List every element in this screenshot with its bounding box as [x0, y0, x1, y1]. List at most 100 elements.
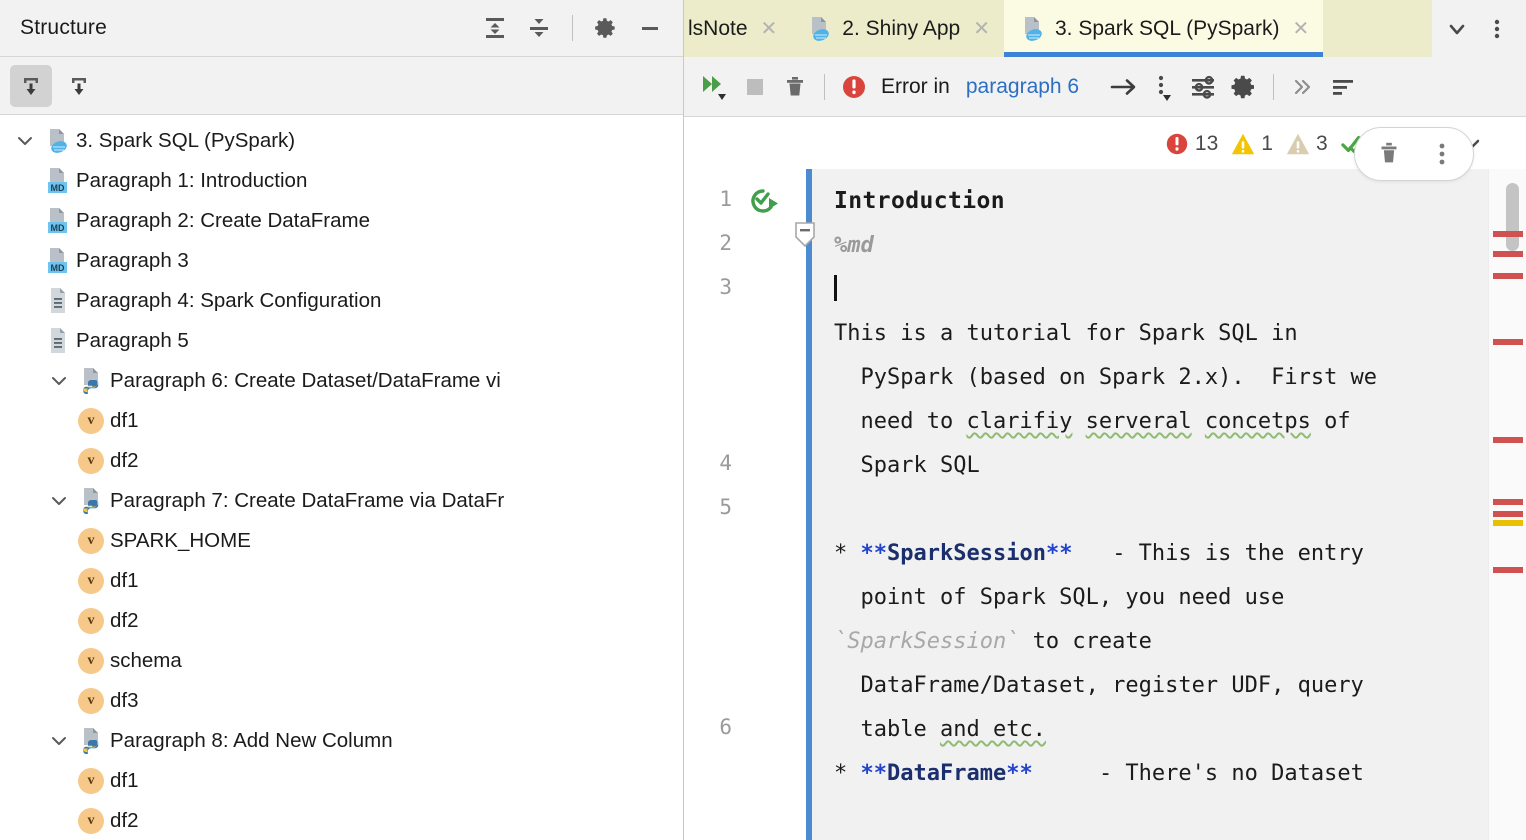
scroll-to-source-icon[interactable] [58, 65, 100, 107]
line-number: 3 [719, 275, 732, 299]
error-target-link[interactable]: paragraph 6 [966, 75, 1079, 99]
notebook-editor[interactable]: 13 1 3 [684, 117, 1526, 840]
gear-icon[interactable] [587, 9, 625, 47]
tree-node-icon: MD [42, 246, 72, 276]
cell-more-icon[interactable] [1431, 139, 1453, 169]
go-to-error-arrow-icon[interactable] [1105, 68, 1143, 106]
tree-row[interactable]: vdf1 [0, 561, 683, 601]
expand-toolbar-icon[interactable] [1284, 68, 1322, 106]
tree-twisty[interactable] [42, 370, 76, 392]
close-icon[interactable]: ✕ [761, 19, 778, 39]
tree-row[interactable]: MDParagraph 2: Create DataFrame [0, 201, 683, 241]
chevron-down-icon[interactable] [48, 490, 70, 512]
tree-row[interactable]: Paragraph 4: Spark Configuration [0, 281, 683, 321]
error-stripe-marker[interactable] [1493, 511, 1523, 517]
error-stripe-marker[interactable] [1493, 339, 1523, 345]
tree-node-label: Paragraph 8: Add New Column [110, 729, 393, 753]
markdown-file-icon: MD [43, 246, 71, 276]
ide-window: Structure [0, 0, 1526, 840]
bullet-2-rest: - There's no Dataset [1033, 761, 1364, 786]
variable-icon: v [78, 528, 104, 554]
tree-row[interactable]: vSPARK_HOME [0, 521, 683, 561]
error-count[interactable]: 13 [1164, 131, 1218, 157]
chevron-down-icon[interactable] [48, 730, 70, 752]
stop-button[interactable] [736, 68, 774, 106]
warning-count[interactable]: 1 [1230, 131, 1273, 157]
tree-row[interactable]: MDParagraph 3 [0, 241, 683, 281]
notebook-cell-paragraph-1[interactable]: Introduction %md This is a tutorial for … [806, 169, 1488, 840]
error-stripe-marker[interactable] [1493, 520, 1523, 526]
tree-row[interactable]: Paragraph 5 [0, 321, 683, 361]
scroll-from-source-icon[interactable] [10, 65, 52, 107]
tree-node-label: Paragraph 4: Spark Configuration [76, 289, 381, 313]
interpreter-settings-icon[interactable] [1185, 68, 1223, 106]
tree-row[interactable]: 3. Spark SQL (PySpark) [0, 121, 683, 161]
tree-node-icon [42, 286, 72, 316]
error-stripe-marker[interactable] [1493, 231, 1523, 237]
tree-row[interactable]: vdf3 [0, 681, 683, 721]
editor-tab[interactable]: lsNote✕ [684, 0, 791, 57]
tree-node-label: df2 [110, 609, 139, 633]
tree-node-icon [42, 326, 72, 356]
more-actions-icon[interactable] [1145, 68, 1183, 106]
bullet-1-star: * [834, 541, 861, 566]
tree-row[interactable]: vdf1 [0, 401, 683, 441]
tab-options-icon[interactable] [1478, 10, 1516, 48]
cell-action-toolbar[interactable] [1354, 127, 1474, 181]
run-all-button[interactable] [696, 68, 734, 106]
error-stripe-marker[interactable] [1493, 273, 1523, 279]
close-icon[interactable]: ✕ [1292, 19, 1309, 39]
close-icon[interactable]: ✕ [973, 19, 990, 39]
tree-row[interactable]: Paragraph 7: Create DataFrame via DataFr [0, 481, 683, 521]
collapse-all-icon[interactable] [520, 9, 558, 47]
tree-row[interactable]: Paragraph 8: Add New Column [0, 721, 683, 761]
tree-row[interactable]: MDParagraph 1: Introduction [0, 161, 683, 201]
tab-icon [1018, 14, 1046, 44]
error-stripe-marker[interactable] [1493, 251, 1523, 257]
tree-row[interactable]: Paragraph 6: Create Dataset/DataFrame vi [0, 361, 683, 401]
line-number-gutter[interactable]: 1 2 3 4 5 6 [684, 169, 806, 840]
error-status-icon [835, 68, 873, 106]
delete-paragraph-button[interactable] [776, 68, 814, 106]
weak-warning-count[interactable]: 3 [1285, 131, 1328, 157]
structure-tree[interactable]: 3. Spark SQL (PySpark)MDParagraph 1: Int… [0, 115, 683, 840]
tree-node-icon: MD [42, 166, 72, 196]
chevron-down-icon[interactable] [48, 370, 70, 392]
run-cell-icon[interactable] [747, 187, 781, 217]
tree-twisty[interactable] [42, 490, 76, 512]
tree-row[interactable]: vdf2 [0, 601, 683, 641]
tree-row[interactable]: vdf1 [0, 761, 683, 801]
editor-tab[interactable]: 2. Shiny App✕ [791, 0, 1004, 57]
line-3c-post: of [1311, 409, 1351, 434]
tree-twisty[interactable] [42, 730, 76, 752]
line-3c-pre: need to [834, 409, 966, 434]
line-3d: Spark SQL [834, 453, 980, 478]
scrollbar-thumb[interactable] [1506, 183, 1519, 251]
spelling-typo: concetps [1205, 409, 1311, 434]
delete-cell-icon[interactable] [1375, 139, 1403, 169]
error-stripe-marker[interactable] [1493, 437, 1523, 443]
tree-twisty[interactable] [8, 130, 42, 152]
tree-row[interactable]: vschema [0, 641, 683, 681]
error-count-label: 13 [1195, 132, 1218, 156]
tab-list-chevron-icon[interactable] [1438, 10, 1476, 48]
sp [1192, 409, 1205, 434]
expand-all-icon[interactable] [476, 9, 514, 47]
tree-node-icon: v [76, 648, 106, 674]
minimize-icon[interactable] [631, 9, 669, 47]
line-3b: PySpark (based on Spark 2.x). First we [834, 365, 1377, 390]
settings-gear-icon[interactable] [1225, 68, 1263, 106]
code-fold-marker-icon[interactable] [794, 221, 816, 249]
outline-icon[interactable] [1324, 68, 1362, 106]
error-stripe-scrollbar[interactable] [1488, 169, 1526, 840]
spelling-typo: serveral [1086, 409, 1192, 434]
code-area[interactable]: 1 2 3 4 5 6 [684, 169, 1526, 840]
error-stripe-marker[interactable] [1493, 499, 1523, 505]
error-stripe-marker[interactable] [1493, 567, 1523, 573]
chevron-down-icon[interactable] [14, 130, 36, 152]
tree-row[interactable]: vdf2 [0, 801, 683, 840]
editor-tab[interactable]: 3. Spark SQL (PySpark)✕ [1004, 0, 1323, 57]
tree-row[interactable]: vdf2 [0, 441, 683, 481]
cell-source-text[interactable]: Introduction %md This is a tutorial for … [812, 169, 1488, 796]
error-status-text: Error in [881, 75, 950, 99]
